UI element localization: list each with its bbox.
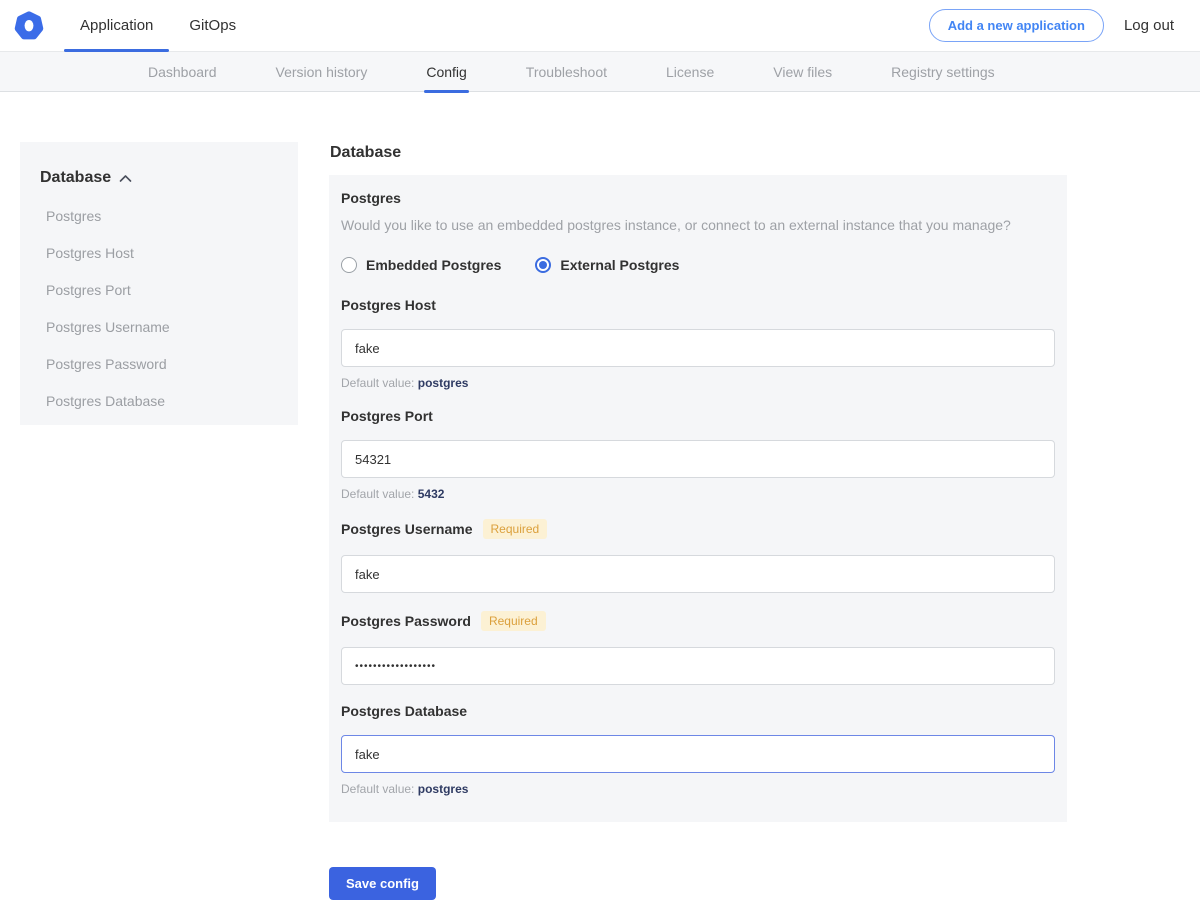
default-value: postgres bbox=[418, 376, 469, 390]
subnav-view-files[interactable]: View files bbox=[773, 52, 832, 91]
top-nav: Application GitOps Add a new application… bbox=[0, 0, 1200, 52]
subnav-license[interactable]: License bbox=[666, 52, 714, 91]
radio-external-postgres[interactable]: External Postgres bbox=[535, 257, 679, 273]
radio-unchecked-icon bbox=[341, 257, 357, 273]
section-heading-postgres: Postgres bbox=[341, 190, 1055, 206]
field-label-postgres-port: Postgres Port bbox=[341, 408, 433, 424]
add-new-application-button[interactable]: Add a new application bbox=[929, 9, 1104, 42]
field-label-postgres-database: Postgres Database bbox=[341, 703, 467, 719]
save-config-button[interactable]: Save config bbox=[329, 867, 436, 900]
default-value: 5432 bbox=[418, 487, 445, 501]
postgres-help-text: Would you like to use an embedded postgr… bbox=[341, 217, 1055, 233]
default-label: Default value: bbox=[341, 487, 414, 501]
chevron-up-icon bbox=[119, 174, 132, 183]
sidebar-item-postgres-port[interactable]: Postgres Port bbox=[40, 282, 278, 298]
database-config-panel: Postgres Would you like to use an embedd… bbox=[329, 175, 1067, 822]
radio-embedded-postgres[interactable]: Embedded Postgres bbox=[341, 257, 501, 273]
sidebar-item-postgres-password[interactable]: Postgres Password bbox=[40, 356, 278, 372]
postgres-host-default: Default value: postgres bbox=[341, 376, 1055, 390]
postgres-port-input[interactable] bbox=[341, 440, 1055, 478]
sidebar-item-postgres[interactable]: Postgres bbox=[40, 208, 278, 224]
subnav-troubleshoot[interactable]: Troubleshoot bbox=[526, 52, 607, 91]
postgres-mode-radio-group: Embedded Postgres External Postgres bbox=[341, 257, 1055, 273]
subnav-dashboard[interactable]: Dashboard bbox=[148, 52, 217, 91]
tab-gitops-label: GitOps bbox=[189, 17, 236, 34]
app-logo-icon bbox=[10, 7, 48, 45]
config-sidebar: Database Postgres Postgres Host Postgres… bbox=[20, 142, 298, 425]
sidebar-item-postgres-host[interactable]: Postgres Host bbox=[40, 245, 278, 261]
default-value: postgres bbox=[418, 782, 469, 796]
postgres-host-input[interactable] bbox=[341, 329, 1055, 367]
field-label-postgres-password: Postgres Password bbox=[341, 613, 471, 629]
field-label-postgres-username: Postgres Username bbox=[341, 521, 473, 537]
tab-gitops[interactable]: GitOps bbox=[171, 0, 254, 51]
radio-checked-icon bbox=[535, 257, 551, 273]
radio-external-label: External Postgres bbox=[560, 257, 679, 273]
default-label: Default value: bbox=[341, 782, 414, 796]
radio-embedded-label: Embedded Postgres bbox=[366, 257, 501, 273]
required-badge: Required bbox=[481, 611, 546, 631]
default-label: Default value: bbox=[341, 376, 414, 390]
page-title: Database bbox=[330, 144, 1067, 162]
required-badge: Required bbox=[483, 519, 548, 539]
postgres-port-default: Default value: 5432 bbox=[341, 487, 1055, 501]
sidebar-group-label: Database bbox=[40, 169, 111, 187]
tab-application-label: Application bbox=[80, 17, 153, 34]
sidebar-item-postgres-database[interactable]: Postgres Database bbox=[40, 393, 278, 409]
sidebar-item-postgres-username[interactable]: Postgres Username bbox=[40, 319, 278, 335]
postgres-database-default: Default value: postgres bbox=[341, 782, 1055, 796]
subnav-config[interactable]: Config bbox=[426, 52, 466, 91]
postgres-database-input[interactable] bbox=[341, 735, 1055, 773]
config-main: Database Postgres Would you like to use … bbox=[329, 142, 1067, 900]
postgres-password-input[interactable] bbox=[341, 647, 1055, 685]
subnav-registry-settings[interactable]: Registry settings bbox=[891, 52, 994, 91]
config-content: Database Postgres Postgres Host Postgres… bbox=[0, 142, 1200, 900]
postgres-username-input[interactable] bbox=[341, 555, 1055, 593]
app-subnav: Dashboard Version history Config Trouble… bbox=[0, 52, 1200, 92]
subnav-version-history[interactable]: Version history bbox=[276, 52, 368, 91]
sidebar-group-database[interactable]: Database bbox=[40, 169, 278, 187]
tab-application[interactable]: Application bbox=[62, 0, 171, 51]
app-tabs: Application GitOps bbox=[62, 0, 254, 51]
logout-link[interactable]: Log out bbox=[1124, 17, 1174, 34]
field-label-postgres-host: Postgres Host bbox=[341, 297, 436, 313]
